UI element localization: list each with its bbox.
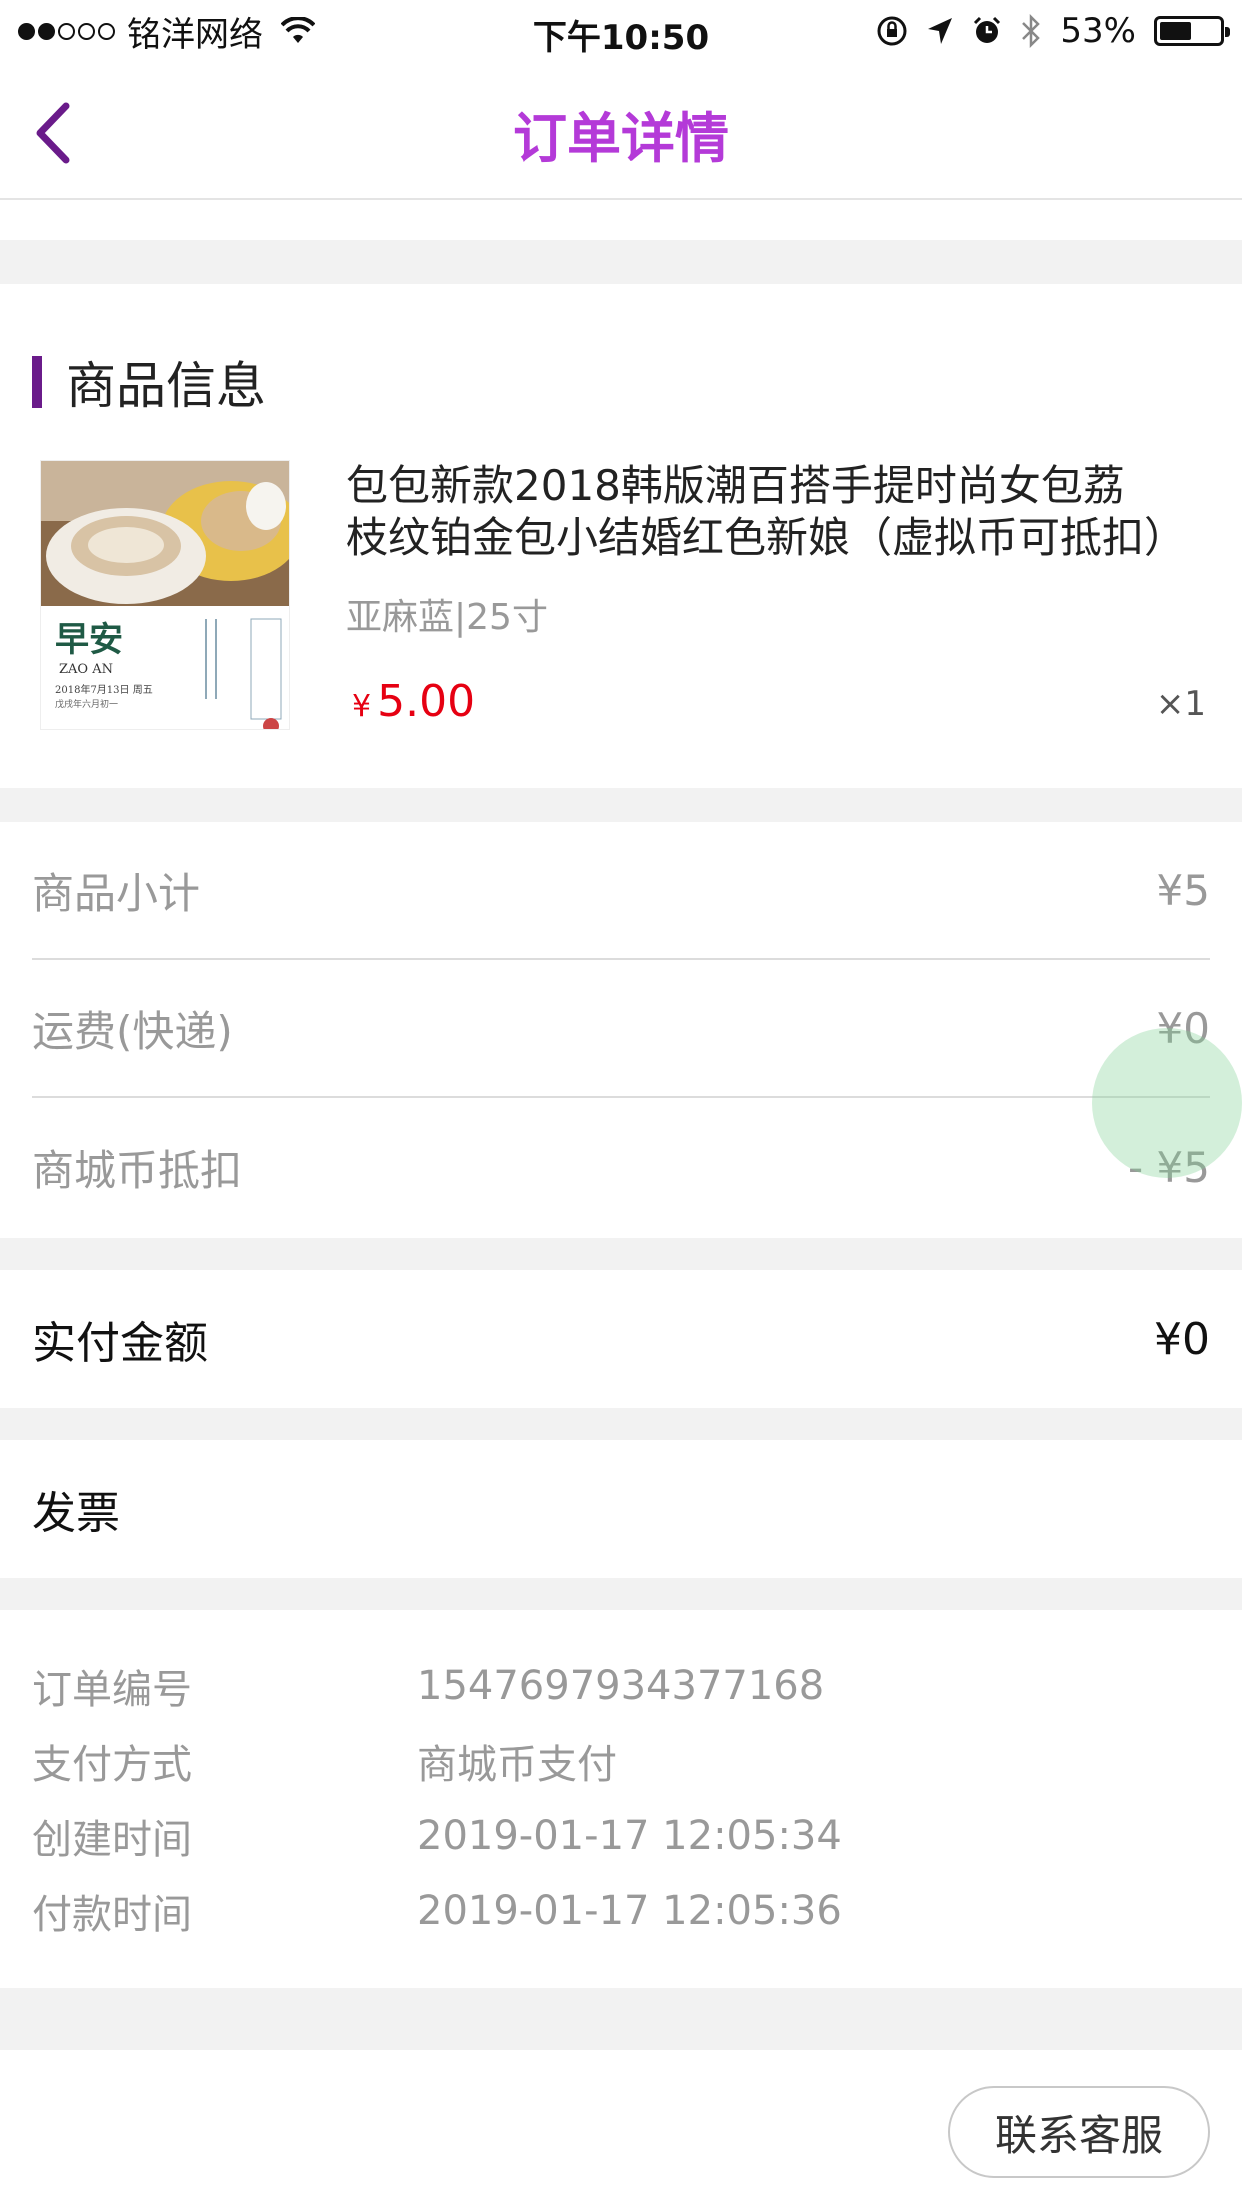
price-value: 5.00 (377, 676, 476, 727)
battery-percent: 53% (1060, 11, 1136, 51)
section-divider (0, 1578, 1242, 1610)
product-name[interactable]: 包包新款2018韩版潮百搭手提时尚女包荔 枝纹铂金包小结婚红色新娘（虚拟币可抵扣… (346, 460, 1206, 564)
thumbnail-title: 早安 (55, 620, 123, 660)
touch-indicator (1092, 1028, 1242, 1178)
paid-time-value: 2019-01-17 12:05:36 (417, 1887, 842, 1934)
thumbnail-date: 2018年7月13日 周五 (55, 683, 153, 696)
cost-summary-section: 商品小计 ¥5 运费(快递) ¥0 商城币抵扣 - ¥5 (0, 822, 1242, 1238)
battery-level (1160, 22, 1191, 40)
page-title: 订单详情 (513, 107, 729, 170)
invoice-row[interactable]: 发票 (32, 1440, 120, 1578)
product-info-section: 商品信息 早安 ZAO AN 2018年7月13日 周五 戊戌年六月初一 包包新… (0, 284, 1242, 788)
battery-icon (1154, 16, 1230, 46)
coin-deduction-label: 商城币抵扣 (32, 1145, 243, 1195)
order-number-row: 订单编号 1547697934377168 (32, 1648, 824, 1723)
product-image: 早安 ZAO AN 2018年7月13日 周五 戊戌年六月初一 (41, 461, 289, 729)
created-time-label: 创建时间 (32, 1816, 192, 1863)
actual-payment-value: ¥0 (1154, 1313, 1210, 1365)
coin-deduction-row: 商城币抵扣 - ¥5 (32, 1098, 1210, 1236)
section-header: 商品信息 (32, 346, 266, 418)
section-divider (0, 1238, 1242, 1270)
product-quantity: ×1 (1155, 684, 1206, 724)
bluetooth-icon (1022, 14, 1041, 48)
actual-payment-label: 实付金额 (32, 1318, 208, 1369)
subtotal-label: 商品小计 (32, 868, 201, 918)
actual-payment-row: 实付金额 ¥0 (32, 1270, 1210, 1408)
location-arrow-icon (928, 18, 953, 44)
navigation-bar: 订单详情 (0, 62, 1242, 200)
paid-time-row: 付款时间 2019-01-17 12:05:36 (32, 1873, 842, 1948)
order-number-label: 订单编号 (32, 1666, 192, 1713)
product-name-line-1: 包包新款2018韩版潮百搭手提时尚女包荔 (346, 461, 1125, 510)
actual-payment-section: 实付金额 ¥0 (0, 1270, 1242, 1408)
product-spec: 亚麻蓝|25寸 (346, 597, 548, 638)
invoice-section: 发票 (0, 1440, 1242, 1578)
order-number-value: 1547697934377168 (417, 1662, 825, 1709)
section-title: 商品信息 (66, 357, 266, 415)
section-accent-bar (32, 356, 42, 408)
subtotal-value: ¥5 (1156, 865, 1210, 915)
section-divider (0, 788, 1242, 822)
product-name-line-2: 枝纹铂金包小结婚红色新娘（虚拟币可抵扣） (346, 513, 1187, 562)
section-divider (0, 240, 1242, 284)
contact-service-button[interactable]: 联系客服 (948, 2086, 1210, 2178)
thumbnail-lunar: 戊戌年六月初一 (55, 698, 118, 710)
alarm-icon (974, 16, 1001, 43)
invoice-label: 发票 (32, 1488, 120, 1539)
paid-time-label: 付款时间 (32, 1891, 192, 1938)
shipping-row: 运费(快递) ¥0 (32, 960, 1210, 1098)
created-time-row: 创建时间 2019-01-17 12:05:34 (32, 1798, 842, 1873)
subtotal-row: 商品小计 ¥5 (32, 822, 1210, 960)
bottom-action-bar: 联系客服 (0, 2050, 1242, 2208)
status-bar: 铭洋网络 下午10:50 53% (0, 0, 1242, 62)
section-divider (0, 1988, 1242, 2050)
payment-method-label: 支付方式 (32, 1741, 192, 1788)
payment-method-row: 支付方式 商城币支付 (32, 1723, 617, 1798)
payment-method-value: 商城币支付 (417, 1741, 617, 1788)
created-time-value: 2019-01-17 12:05:34 (417, 1812, 842, 1859)
status-right: 53% (876, 10, 1230, 52)
rotation-lock-icon (877, 16, 907, 46)
order-info-section: 订单编号 1547697934377168 支付方式 商城币支付 创建时间 20… (0, 1610, 1242, 1988)
product-thumbnail[interactable]: 早安 ZAO AN 2018年7月13日 周五 戊戌年六月初一 (40, 460, 290, 730)
section-divider (0, 1408, 1242, 1440)
shipping-label: 运费(快递) (32, 1006, 233, 1056)
thumbnail-subtitle: ZAO AN (59, 662, 113, 677)
currency-symbol: ¥ (352, 689, 372, 724)
product-price: ¥5.00 (352, 676, 475, 727)
